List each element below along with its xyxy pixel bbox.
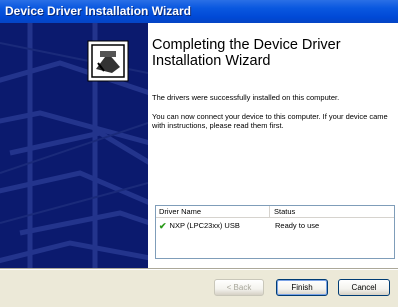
back-button[interactable]: < Back — [214, 279, 264, 296]
column-header-status[interactable]: Status — [270, 206, 295, 217]
cancel-button[interactable]: Cancel — [338, 279, 390, 296]
driver-name: NXP (LPC23xx) USB — [169, 221, 240, 230]
driver-list[interactable]: Driver Name Status ✔ NXP (LPC23xx) USB R… — [155, 205, 395, 259]
list-item[interactable]: ✔ NXP (LPC23xx) USB Ready to use — [156, 220, 394, 232]
wizard-logo-icon — [87, 40, 129, 82]
checkmark-icon: ✔ — [159, 221, 167, 231]
driver-name-cell: ✔ NXP (LPC23xx) USB — [156, 220, 270, 232]
side-banner — [0, 23, 148, 268]
banner-artwork — [0, 23, 148, 268]
wizard-window: Device Driver Installation Wizard Comple… — [0, 0, 398, 307]
finish-button[interactable]: Finish — [276, 279, 328, 296]
window-title: Device Driver Installation Wizard — [5, 4, 191, 18]
page-heading: Completing the Device Driver Installatio… — [152, 37, 341, 69]
instructions-text: You can now connect your device to this … — [152, 112, 388, 130]
success-text: The drivers were successfully installed … — [152, 93, 340, 102]
driver-status: Ready to use — [275, 221, 320, 230]
column-header-driver-name[interactable]: Driver Name — [156, 206, 270, 217]
wizard-content: Completing the Device Driver Installatio… — [148, 23, 398, 268]
footer-divider — [0, 268, 398, 270]
driver-list-header: Driver Name Status — [156, 206, 394, 218]
title-bar[interactable]: Device Driver Installation Wizard — [0, 0, 398, 23]
